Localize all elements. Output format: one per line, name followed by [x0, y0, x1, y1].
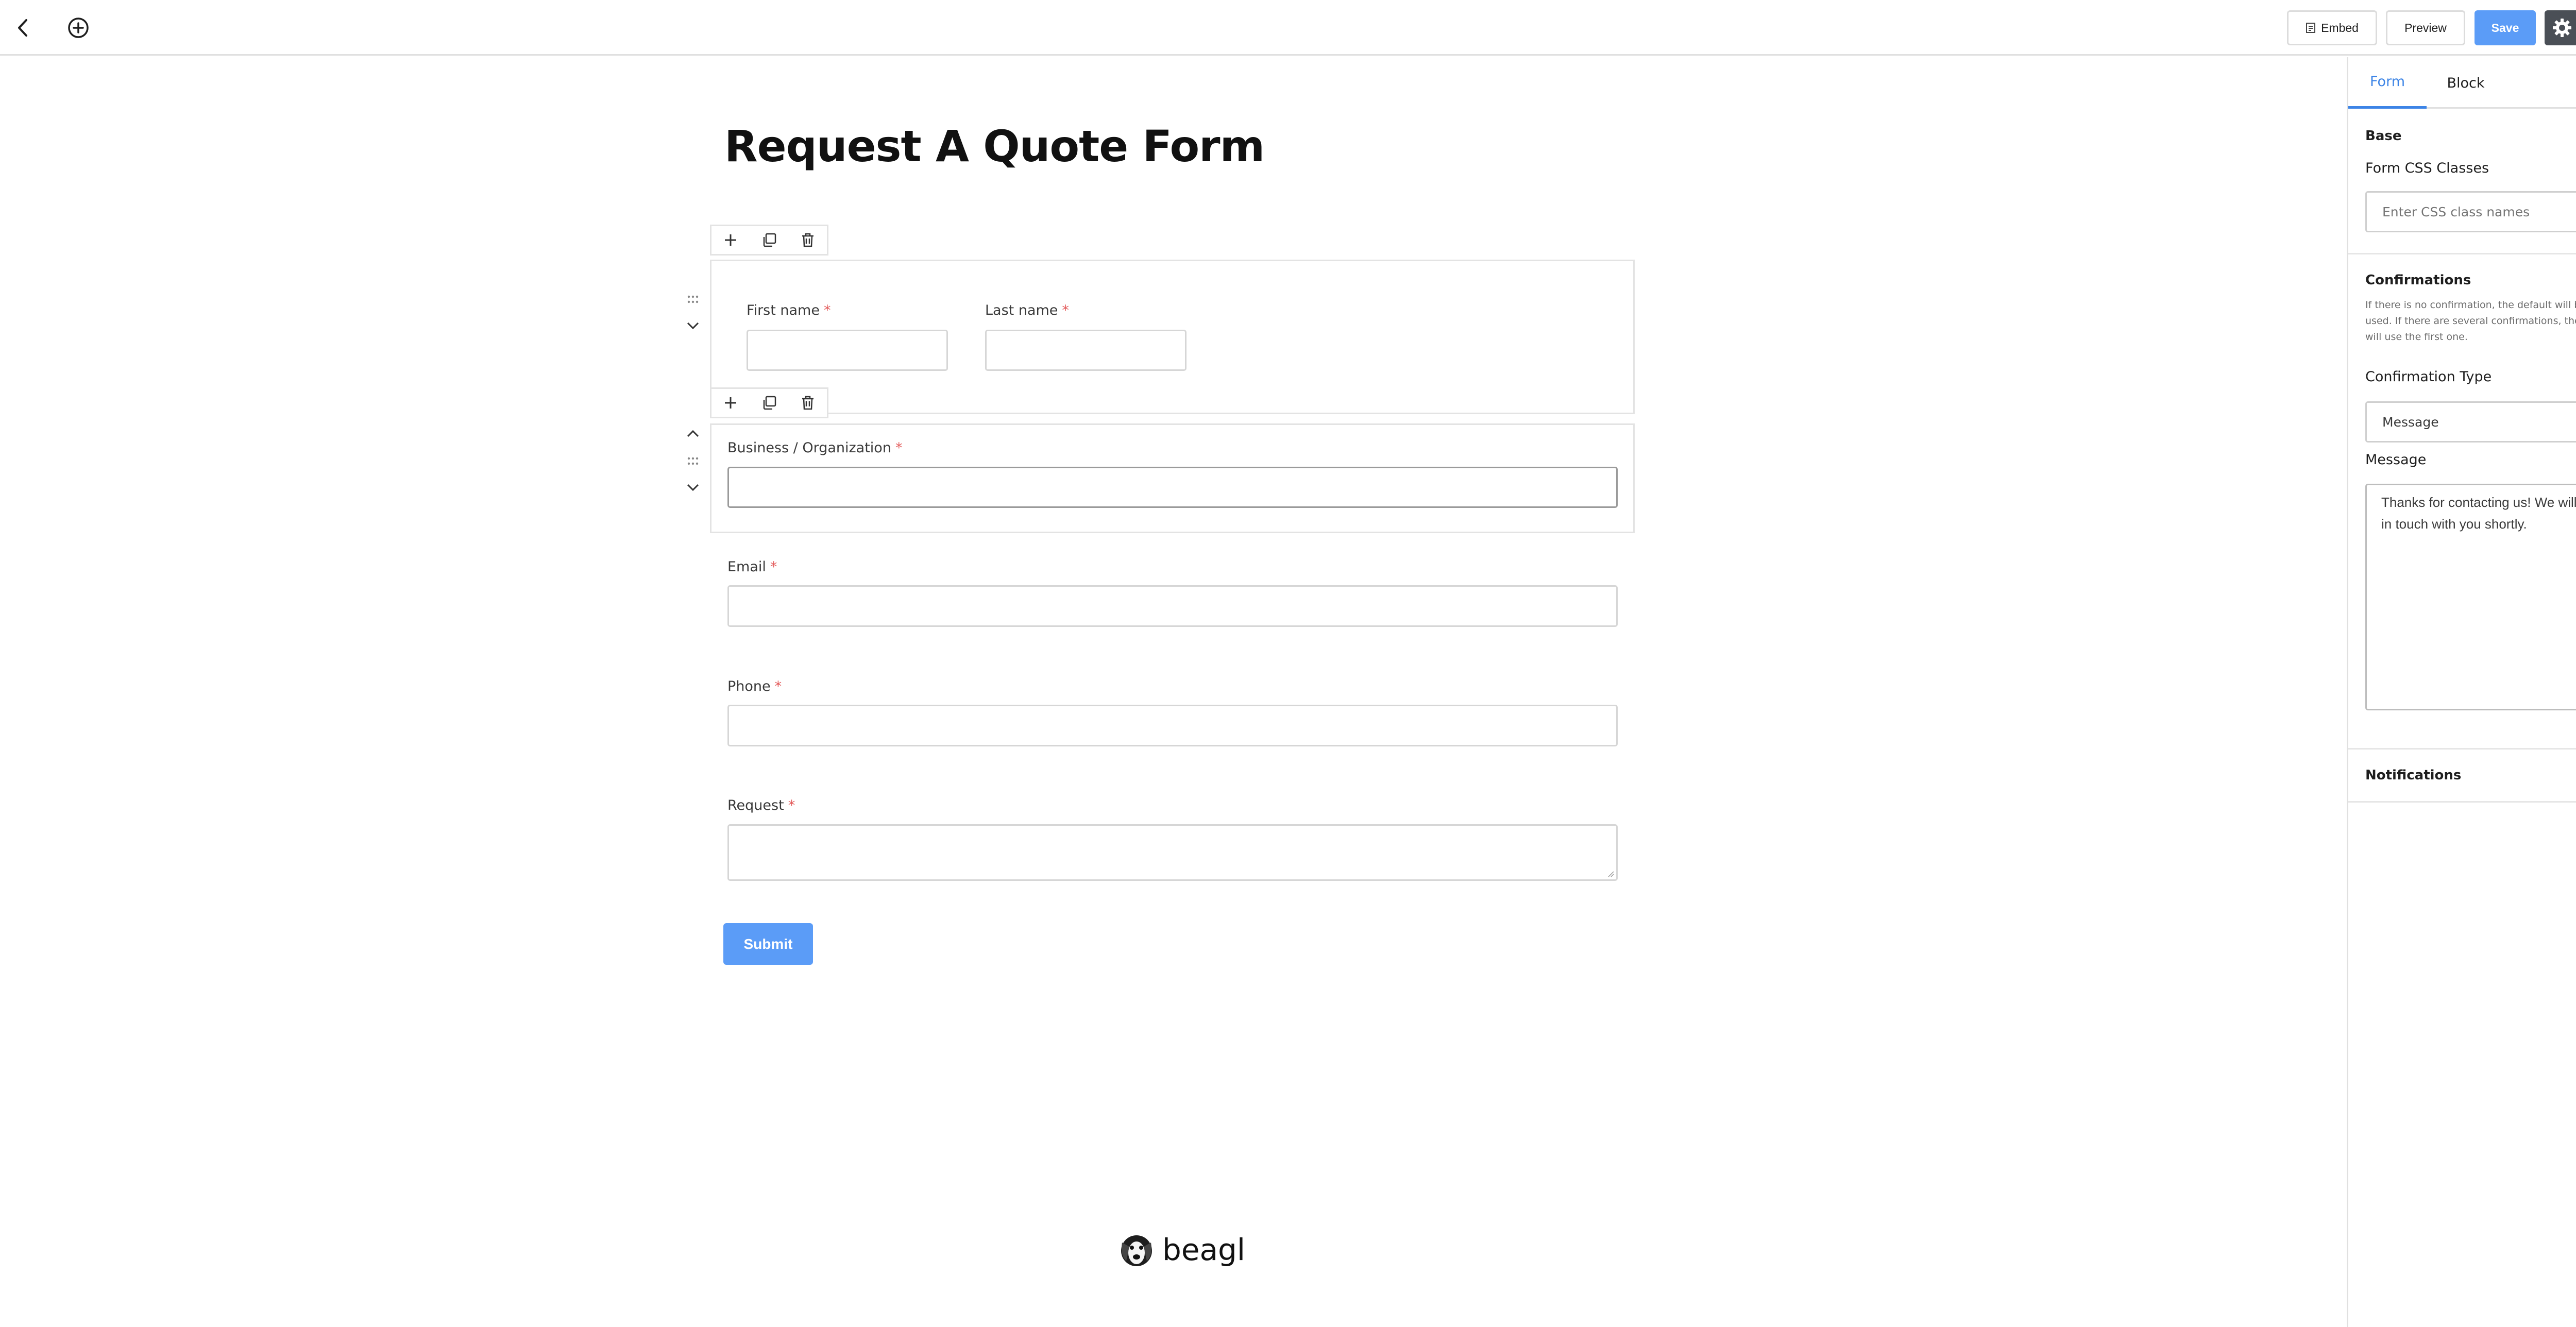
sidebar-tabs: Form Block	[2348, 57, 2576, 109]
request-label: Request *	[727, 797, 795, 813]
brand-name: beagl	[1162, 1232, 1245, 1267]
panel-notifications-toggle[interactable]: Notifications	[2348, 750, 2576, 801]
tab-form[interactable]: Form	[2348, 57, 2427, 109]
duplicate-icon	[763, 233, 776, 247]
trash-icon	[802, 396, 814, 410]
required-marker: *	[823, 302, 831, 318]
move-down-icon[interactable]	[683, 315, 703, 336]
confirmation-type-select[interactable]: Message	[2365, 401, 2576, 443]
block-delete-button[interactable]	[788, 389, 827, 417]
confirmation-message-text: Thanks for contacting us! We will be in …	[2381, 495, 2576, 532]
email-label-text: Email	[727, 559, 766, 575]
request-label-text: Request	[727, 797, 784, 813]
dog-logo-icon	[1121, 1235, 1152, 1266]
resize-handle-icon[interactable]	[1606, 870, 1615, 878]
drag-handle-icon[interactable]	[683, 290, 703, 310]
panel-notifications-title: Notifications	[2365, 768, 2462, 783]
embed-icon	[2306, 23, 2316, 33]
top-toolbar: Embed Preview Save	[0, 0, 2576, 56]
back-icon[interactable]	[12, 18, 33, 38]
form-title[interactable]: Request A Quote Form	[724, 121, 1265, 172]
preview-button[interactable]: Preview	[2386, 10, 2465, 45]
save-button[interactable]: Save	[2475, 10, 2536, 45]
confirmations-help-text: If there is no confirmation, the default…	[2365, 299, 2576, 343]
email-label: Email *	[727, 559, 777, 575]
trash-icon	[802, 233, 814, 247]
phone-label-text: Phone	[727, 678, 771, 694]
last-name-input[interactable]	[985, 330, 1187, 371]
embed-button[interactable]: Embed	[2287, 10, 2377, 45]
block-toolbar-name-row	[710, 225, 828, 256]
confirmation-message-textarea[interactable]: Thanks for contacting us! We will be in …	[2365, 484, 2576, 710]
required-marker: *	[788, 797, 795, 813]
form-css-label: Form CSS Classes	[2365, 160, 2489, 176]
divider	[2348, 801, 2576, 803]
request-textarea[interactable]	[727, 824, 1618, 881]
panel-base-toggle[interactable]: Base	[2348, 110, 2576, 162]
form-css-placeholder: Enter CSS class names	[2382, 204, 2530, 219]
first-name-label-text: First name	[747, 302, 820, 318]
block-delete-button[interactable]	[788, 226, 827, 254]
first-name-label: First name *	[747, 302, 831, 318]
required-marker: *	[774, 678, 782, 694]
settings-sidebar: Form Block Base Form CSS Classes Enter C…	[2347, 57, 2576, 1327]
phone-label: Phone *	[727, 678, 782, 694]
block-toolbar-business	[710, 387, 828, 418]
block-add-button[interactable]	[711, 226, 750, 254]
duplicate-icon	[763, 396, 776, 410]
confirmation-type-value: Message	[2382, 414, 2439, 430]
settings-button[interactable]	[2545, 10, 2576, 45]
required-marker: *	[895, 440, 903, 456]
add-block-icon[interactable]	[66, 15, 91, 40]
business-label: Business / Organization *	[727, 440, 902, 456]
tab-block[interactable]: Block	[2427, 57, 2505, 109]
required-marker: *	[770, 559, 777, 575]
beagl-logo: beagl	[1118, 1231, 1245, 1268]
panel-confirmations-title: Confirmations	[2365, 273, 2471, 288]
email-input[interactable]	[727, 585, 1618, 627]
phone-input[interactable]	[727, 705, 1618, 746]
required-marker: *	[1062, 302, 1069, 318]
last-name-label: Last name *	[985, 302, 1069, 318]
plus-icon	[725, 397, 737, 409]
move-up-icon[interactable]	[683, 423, 703, 444]
business-input[interactable]	[727, 467, 1618, 508]
plus-icon	[725, 234, 737, 246]
preview-button-label: Preview	[2404, 21, 2447, 35]
block-add-button[interactable]	[711, 389, 750, 417]
message-label: Message	[2365, 452, 2427, 468]
embed-button-label: Embed	[2321, 21, 2359, 35]
block-duplicate-button[interactable]	[750, 389, 789, 417]
save-button-label: Save	[2491, 21, 2519, 35]
first-name-input[interactable]	[747, 330, 948, 371]
block-duplicate-button[interactable]	[750, 226, 789, 254]
panel-base-title: Base	[2365, 128, 2402, 144]
drag-handle-icon[interactable]	[683, 451, 703, 472]
move-down-icon[interactable]	[683, 477, 703, 498]
gear-icon	[2553, 19, 2571, 37]
submit-button[interactable]: Submit	[723, 923, 813, 965]
business-label-text: Business / Organization	[727, 440, 891, 456]
editor-canvas	[0, 57, 2347, 1327]
confirmation-type-label: Confirmation Type	[2365, 369, 2492, 385]
form-css-input[interactable]: Enter CSS class names	[2365, 191, 2576, 232]
last-name-label-text: Last name	[985, 302, 1058, 318]
